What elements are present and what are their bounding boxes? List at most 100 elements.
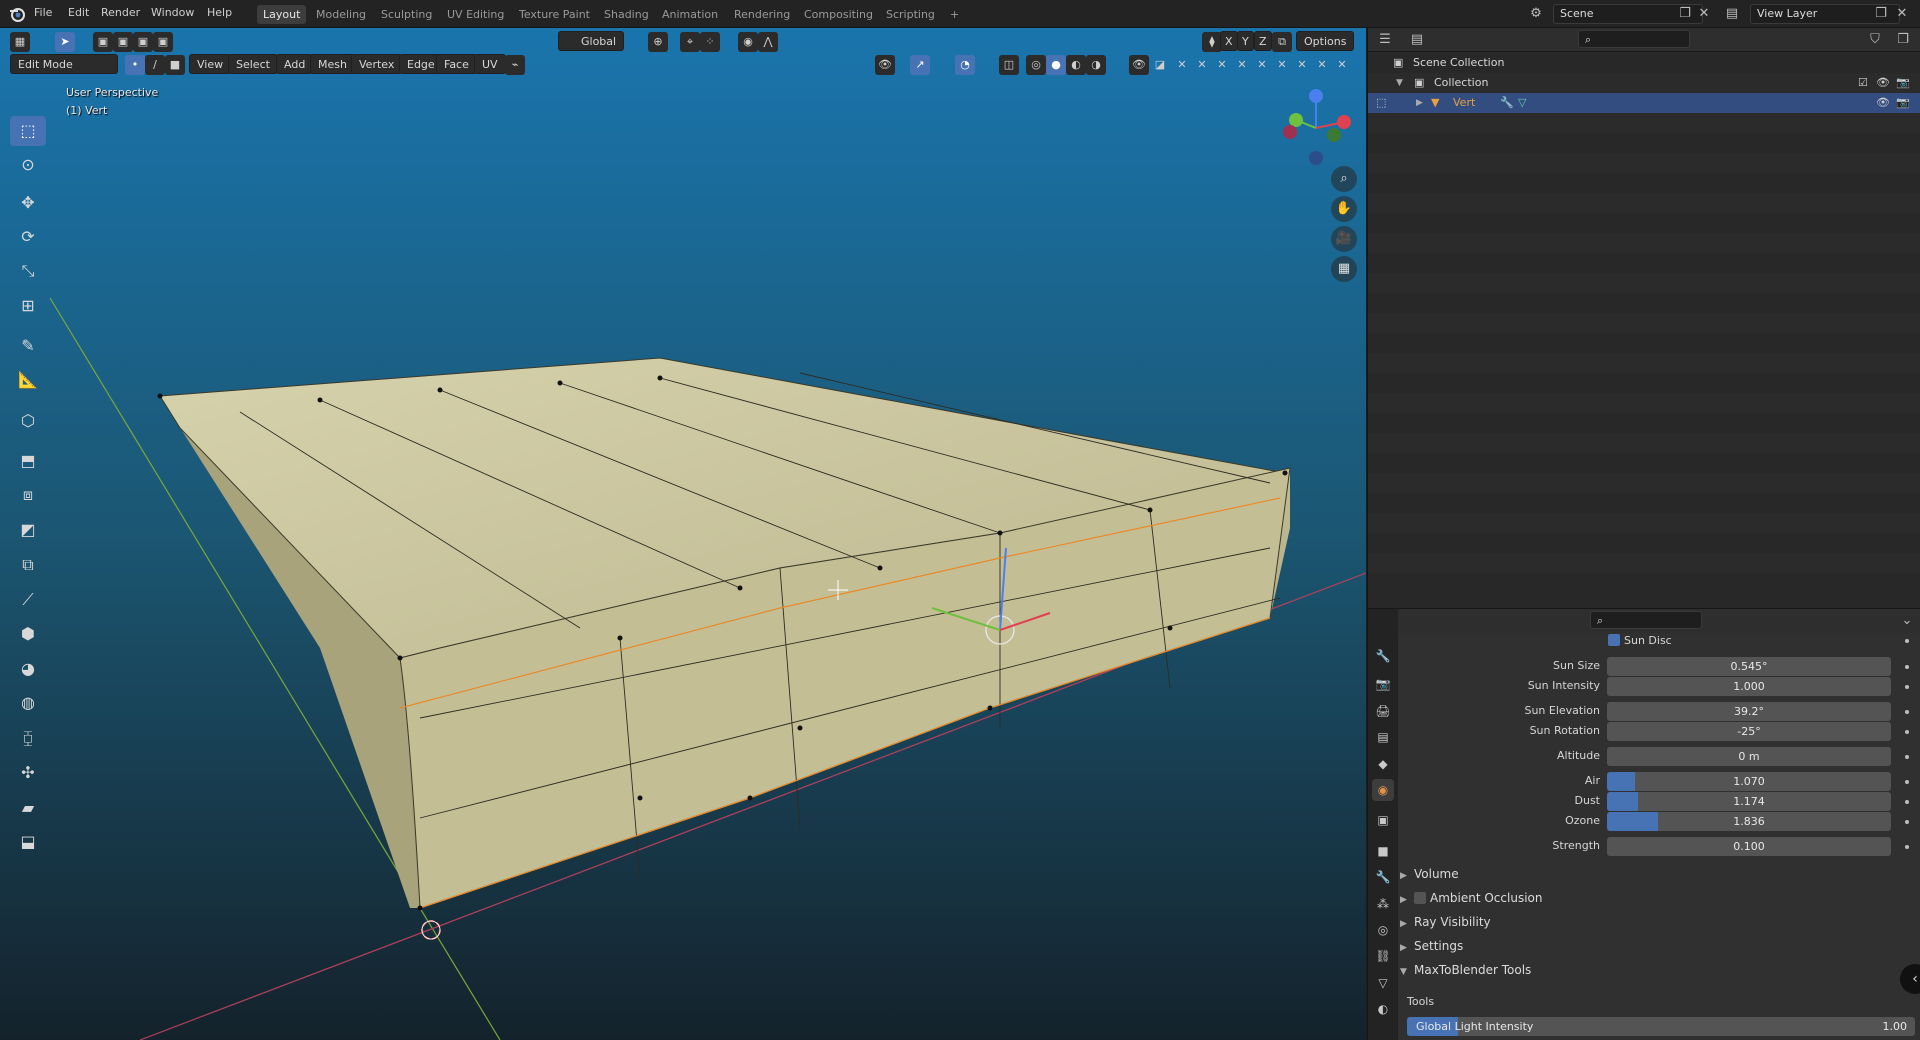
physics-icon[interactable]: ◎ <box>1372 919 1394 941</box>
material-icon[interactable]: ◐ <box>1372 998 1394 1020</box>
panel-ambient-occlusion[interactable]: ▶ Ambient Occlusion <box>1400 887 1915 909</box>
inset-icon[interactable]: ⧈ <box>10 480 46 510</box>
filter-icon[interactable]: ⛉ <box>1866 31 1884 49</box>
ozone-slider[interactable]: 1.836 <box>1607 812 1891 831</box>
shear-icon[interactable]: ▰ <box>10 793 46 823</box>
properties-search-input[interactable]: ⌕ <box>1590 611 1702 629</box>
measure-icon[interactable]: 📐 <box>10 365 46 395</box>
rotate-icon[interactable]: ⟳ <box>10 222 46 252</box>
keyframe-dot-icon[interactable] <box>1905 820 1909 824</box>
disabled-x-icon[interactable]: ✕ <box>1292 55 1312 75</box>
new-collection-icon[interactable]: ❐ <box>1894 31 1912 49</box>
mirror-icon[interactable]: ⧫ <box>1202 32 1222 52</box>
select-new-icon[interactable]: ▣ <box>93 32 113 52</box>
loop-cut-icon[interactable]: ⧉ <box>10 550 46 580</box>
uv-menu[interactable]: UV <box>474 54 506 74</box>
chevron-down-icon[interactable]: ▼ <box>1396 73 1403 93</box>
vertex-select-icon[interactable]: • <box>125 55 145 75</box>
proportional-edit-icon[interactable]: ◉ <box>738 32 758 52</box>
editor-type-icon[interactable]: ☰ <box>1376 31 1394 49</box>
select-menu[interactable]: Select <box>228 54 278 74</box>
keyframe-dot-icon[interactable] <box>1905 685 1909 689</box>
select-box-icon[interactable]: ⬚ <box>10 116 46 146</box>
outliner-row-scene-collection[interactable]: ▣ Scene Collection <box>1368 53 1920 73</box>
hide-toggle-icon[interactable]: 👁 <box>1129 55 1149 75</box>
air-slider[interactable]: 1.070 <box>1607 772 1891 791</box>
modifier-tab-icon[interactable]: 🔧 <box>1372 866 1394 888</box>
sun-rotation-field[interactable]: -25° <box>1607 722 1891 741</box>
poly-build-icon[interactable]: ⬢ <box>10 619 46 649</box>
xray-icon[interactable]: ◫ <box>999 55 1019 75</box>
keyframe-dot-icon[interactable] <box>1905 730 1909 734</box>
mesh-edit-overlay-icon[interactable]: ◪ <box>1150 55 1170 75</box>
sun-disc-row[interactable]: Sun Disc <box>1608 633 1672 649</box>
view-menu[interactable]: View <box>189 54 232 74</box>
eye-icon[interactable]: 👁 <box>1876 93 1890 113</box>
scene-icon[interactable]: ⚙ <box>1527 5 1545 23</box>
add-menu[interactable]: Add <box>276 54 314 74</box>
blender-logo-icon[interactable] <box>8 5 26 23</box>
scale-icon[interactable]: ⤡ <box>10 256 46 286</box>
gizmo-toggle-icon[interactable]: ↗ <box>910 55 930 75</box>
keyframe-dot-icon[interactable] <box>1905 845 1909 849</box>
options-dropdown[interactable]: Options <box>1296 31 1355 51</box>
shrink-fatten-icon[interactable]: ✣ <box>10 758 46 788</box>
menu-file[interactable]: File <box>34 6 52 19</box>
falloff-icon[interactable]: ⋀ <box>758 32 778 52</box>
pan-hand-icon[interactable]: ✋ <box>1331 196 1357 222</box>
strength-field[interactable]: 0.100 <box>1607 837 1891 856</box>
sun-size-field[interactable]: 0.545° <box>1607 657 1891 676</box>
snap-target-icon[interactable]: ⁘ <box>700 32 720 52</box>
outliner-row-vert[interactable]: ⬚ ▶ ▼ Vert 🔧 ▽ 👁 📷 <box>1368 93 1920 113</box>
viewport-scene[interactable] <box>0 28 1366 1040</box>
select-intersect-icon[interactable]: ▣ <box>153 32 173 52</box>
smooth-icon[interactable]: ◍ <box>10 688 46 718</box>
keyframe-dot-icon[interactable] <box>1905 780 1909 784</box>
menu-help[interactable]: Help <box>207 6 232 19</box>
keyframe-dot-icon[interactable] <box>1905 639 1909 643</box>
collapse-sidebar-icon[interactable]: ‹ <box>1900 964 1920 994</box>
particles-icon[interactable]: ⁂ <box>1372 893 1394 915</box>
edge-select-icon[interactable]: ∕ <box>145 55 165 75</box>
remove-scene-icon[interactable]: ✕ <box>1695 5 1713 23</box>
face-menu[interactable]: Face <box>436 54 477 74</box>
disabled-x-icon[interactable]: ✕ <box>1172 55 1192 75</box>
display-mode-icon[interactable]: ▤ <box>1408 31 1426 49</box>
modifier-icon[interactable]: 🔧 <box>1500 93 1514 113</box>
snap-icon[interactable]: ⌖ <box>680 32 700 52</box>
outliner-search-input[interactable]: ⌕ <box>1578 30 1690 48</box>
add-cube-icon[interactable]: ⬡ <box>10 406 46 436</box>
overlay-toggle-icon[interactable]: ◔ <box>955 55 975 75</box>
keyframe-dot-icon[interactable] <box>1905 755 1909 759</box>
view-layer-icon[interactable]: ▤ <box>1723 5 1741 23</box>
tab-shading[interactable]: Shading <box>598 5 655 24</box>
tab-layout[interactable]: Layout <box>257 5 307 24</box>
keyframe-dot-icon[interactable] <box>1905 665 1909 669</box>
mesh-data-icon[interactable]: ▽ <box>1518 93 1526 113</box>
chevron-right-icon[interactable]: ▶ <box>1416 93 1423 113</box>
mirror-x-button[interactable]: X <box>1220 31 1238 51</box>
solid-shading-icon[interactable]: ● <box>1046 55 1066 75</box>
editor-type-icon[interactable]: ▦ <box>10 32 30 52</box>
menu-render[interactable]: Render <box>101 6 140 19</box>
disabled-x-icon[interactable]: ✕ <box>1252 55 1272 75</box>
mesh-menu[interactable]: Mesh <box>310 54 355 74</box>
remove-view-layer-icon[interactable]: ✕ <box>1893 5 1911 23</box>
mode-dropdown[interactable]: Edit Mode <box>10 54 118 74</box>
rendered-shading-icon[interactable]: ◑ <box>1086 55 1106 75</box>
tab-uv-editing[interactable]: UV Editing <box>441 5 510 24</box>
gizmo-options-icon[interactable]: ⌁ <box>505 55 525 75</box>
move-icon[interactable]: ✥ <box>10 188 46 218</box>
transform-orientation-dropdown[interactable]: Global <box>558 31 625 51</box>
panel-settings[interactable]: ▶ Settings <box>1400 935 1915 957</box>
select-subtract-icon[interactable]: ▣ <box>133 32 153 52</box>
spin-icon[interactable]: ◕ <box>10 654 46 684</box>
annotate-icon[interactable]: ✎ <box>10 331 46 361</box>
wireframe-shading-icon[interactable]: ◎ <box>1026 55 1046 75</box>
material-shading-icon[interactable]: ◐ <box>1066 55 1086 75</box>
altitude-field[interactable]: 0 m <box>1607 747 1891 766</box>
data-icon[interactable]: ▽ <box>1372 972 1394 994</box>
checkbox-icon[interactable]: ☑ <box>1858 73 1868 93</box>
tab-animation[interactable]: Animation <box>656 5 724 24</box>
disabled-x-icon[interactable]: ✕ <box>1312 55 1332 75</box>
